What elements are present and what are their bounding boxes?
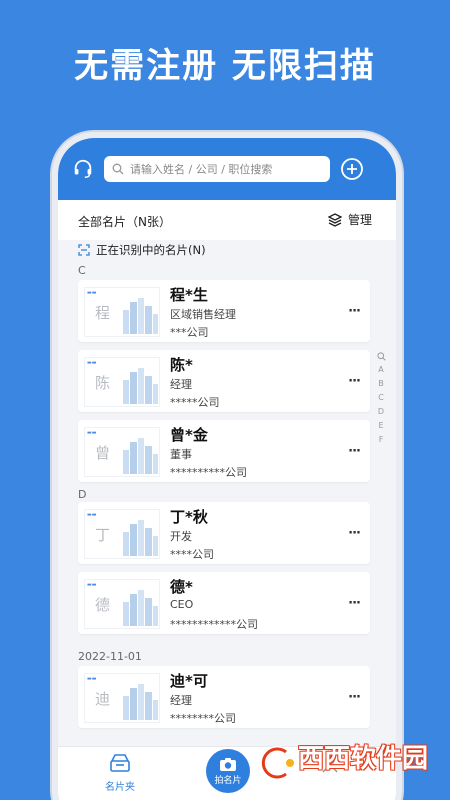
all-cards-count: 全部名片（N张） xyxy=(78,215,171,229)
promo-headline: 无需注册 无限扫描 xyxy=(74,46,376,86)
card-initial: 曾 xyxy=(95,444,111,462)
card-thumbnail: ▬▬ 迪 xyxy=(84,673,160,723)
section-header: 2022-11-01 xyxy=(78,650,142,663)
card-title: 董事 xyxy=(170,448,192,461)
card-initial: 德 xyxy=(95,596,111,614)
card-company: **********公司 xyxy=(170,466,247,479)
card-company: ************公司 xyxy=(170,618,258,631)
customer-service-icon[interactable] xyxy=(72,158,94,180)
card-name: 德* xyxy=(170,578,193,596)
tab-card-holder-label: 名片夹 xyxy=(105,782,135,793)
card-name: 曾*金 xyxy=(170,426,208,444)
card-company: *****公司 xyxy=(170,396,220,409)
card-logo-icon: ▬▬ xyxy=(87,676,97,682)
section-header: C xyxy=(78,264,86,277)
recognizing-row[interactable]: 正在识别中的名片(N) xyxy=(78,242,206,258)
card-thumbnail: ▬▬ 曾 xyxy=(84,427,160,477)
card-logo-icon: ▬▬ xyxy=(87,582,97,588)
card-initial: 程 xyxy=(95,304,111,322)
index-letter[interactable]: C xyxy=(374,391,388,405)
city-skyline-icon xyxy=(123,438,158,474)
index-letter[interactable]: E xyxy=(374,419,388,433)
watermark-logo-icon xyxy=(260,746,294,780)
card-name: 陈* xyxy=(170,356,193,374)
card-company: ***公司 xyxy=(170,326,209,339)
card-item[interactable]: ▬▬ 曾 曾*金 董事 **********公司 ··· xyxy=(78,420,370,482)
section-header: D xyxy=(78,488,87,501)
search-icon[interactable] xyxy=(376,352,386,361)
layers-icon xyxy=(327,212,342,227)
card-item[interactable]: ▬▬ 陈 陈* 经理 *****公司 ··· xyxy=(78,350,370,412)
card-company: ********公司 xyxy=(170,712,236,725)
card-item[interactable]: ▬▬ 丁 丁*秋 开发 ****公司 ··· xyxy=(78,502,370,564)
card-title: 开发 xyxy=(170,530,192,543)
card-logo-icon: ▬▬ xyxy=(87,360,97,366)
recognizing-label: 正在识别中的名片(N) xyxy=(96,243,206,257)
more-options-icon[interactable]: ··· xyxy=(348,444,361,459)
city-skyline-icon xyxy=(123,368,158,404)
tab-take-photo[interactable]: 拍名片 xyxy=(206,749,250,793)
city-skyline-icon xyxy=(123,520,158,556)
card-initial: 丁 xyxy=(95,526,111,544)
index-letter[interactable]: B xyxy=(374,377,388,391)
more-options-icon[interactable]: ··· xyxy=(348,374,361,389)
card-name: 迪*可 xyxy=(170,672,208,690)
card-thumbnail: ▬▬ 陈 xyxy=(84,357,160,407)
city-skyline-icon xyxy=(123,590,158,626)
card-initial: 迪 xyxy=(95,690,111,708)
manage-label: 管理 xyxy=(347,213,372,227)
card-initial: 陈 xyxy=(95,374,111,392)
card-company: ****公司 xyxy=(170,548,214,561)
card-name: 程*生 xyxy=(170,286,208,304)
more-options-icon[interactable]: ··· xyxy=(348,526,361,541)
more-options-icon[interactable]: ··· xyxy=(348,596,361,611)
card-title: 经理 xyxy=(170,694,192,707)
card-thumbnail: ▬▬ 丁 xyxy=(84,509,160,559)
camera-icon xyxy=(220,757,236,771)
scan-icon xyxy=(78,244,90,256)
card-thumbnail: ▬▬ 德 xyxy=(84,579,160,629)
search-icon xyxy=(112,163,124,175)
card-thumbnail: ▬▬ 程 xyxy=(84,287,160,337)
app-header: 请输入姓名 / 公司 / 职位搜索 xyxy=(58,138,396,200)
card-item[interactable]: ▬▬ 程 程*生 区域销售经理 ***公司 ··· xyxy=(78,280,370,342)
card-logo-icon: ▬▬ xyxy=(87,290,97,296)
card-logo-icon: ▬▬ xyxy=(87,430,97,436)
city-skyline-icon xyxy=(123,298,158,334)
alphabet-index[interactable]: A B C D E F xyxy=(374,352,388,447)
tab-card-holder[interactable]: 名片夹 xyxy=(100,753,140,793)
more-options-icon[interactable]: ··· xyxy=(348,304,361,319)
add-card-icon[interactable] xyxy=(340,157,364,181)
manage-button[interactable]: 管理 xyxy=(327,211,372,228)
watermark-brand: 西西软件园 xyxy=(298,744,429,774)
card-item[interactable]: ▬▬ 德 德* CEO ************公司 ··· xyxy=(78,572,370,634)
phone-frame: 请输入姓名 / 公司 / 职位搜索 全部名片（N张） 管理 正在识别中的名片(N… xyxy=(52,132,402,800)
search-input[interactable]: 请输入姓名 / 公司 / 职位搜索 xyxy=(104,156,330,182)
card-title: 区域销售经理 xyxy=(170,308,236,321)
card-item[interactable]: ▬▬ 迪 迪*可 经理 ********公司 ··· xyxy=(78,666,370,728)
card-name: 丁*秋 xyxy=(170,508,208,526)
site-watermark: 西西软件园 CR173.COM xyxy=(256,742,428,784)
card-holder-icon xyxy=(110,754,130,772)
index-letter[interactable]: F xyxy=(374,433,388,447)
index-letter[interactable]: D xyxy=(374,405,388,419)
city-skyline-icon xyxy=(123,684,158,720)
card-title: 经理 xyxy=(170,378,192,391)
more-options-icon[interactable]: ··· xyxy=(348,690,361,705)
search-placeholder: 请输入姓名 / 公司 / 职位搜索 xyxy=(130,163,273,176)
card-title: CEO xyxy=(170,598,194,611)
card-logo-icon: ▬▬ xyxy=(87,512,97,518)
list-toolbar: 全部名片（N张） 管理 xyxy=(58,200,396,240)
index-letter[interactable]: A xyxy=(374,363,388,377)
tab-take-photo-label: 拍名片 xyxy=(214,775,242,786)
